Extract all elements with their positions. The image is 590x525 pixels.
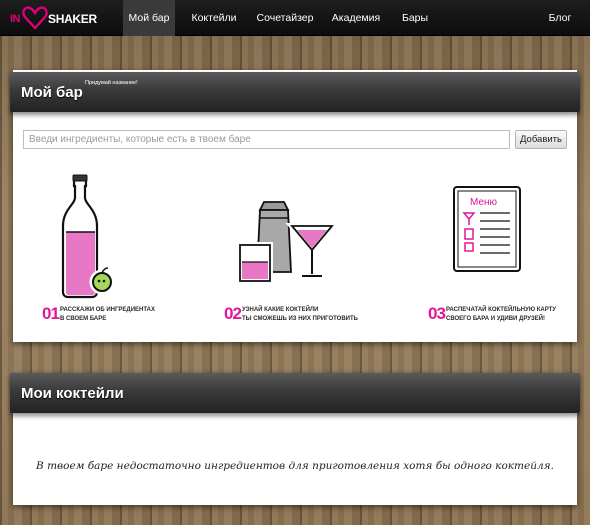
my-bar-header: Мой бар Придумай название! [10, 72, 580, 112]
nav-combiner[interactable]: Сочетайзер [255, 0, 315, 36]
nav-academy[interactable]: Академия [330, 0, 382, 36]
step-1-text: РАССКАЖИ ОБ ИНГРЕДИЕНТАХ В СВОЕМ БАРЕ [60, 306, 155, 324]
logo-in-text: IN [10, 13, 21, 25]
my-cocktails-title: Мои коктейли [21, 385, 124, 402]
nav-bars[interactable]: Бары [398, 0, 432, 36]
step-2-text: УЗНАЙ КАКИЕ КОКТЕЙЛИ ТЫ СМОЖЕШЬ ИЗ НИХ П… [242, 306, 358, 324]
page-title: Мой бар [21, 84, 83, 101]
nav-my-bar[interactable]: Мой бар [123, 0, 175, 36]
step-3-text: РАСПЕЧАТАЙ КОКТЕЙЛЬНУЮ КАРТУ СВОЕГО БАРА… [446, 306, 556, 324]
top-navbar: IN SHAKER Мой бар Коктейли Сочетайзер Ак… [0, 0, 590, 36]
step-3: 03 РАСПЕЧАТАЙ КОКТЕЙЛЬНУЮ КАРТУ СВОЕГО Б… [428, 304, 578, 328]
step-2-number: 02 [224, 304, 242, 323]
ingredient-search-input[interactable] [23, 130, 510, 149]
step-1: 01 РАССКАЖИ ОБ ИНГРЕДИЕНТАХ В СВОЕМ БАРЕ [42, 304, 182, 328]
logo-shaker-text: SHAKER [48, 12, 97, 26]
inshaker-logo[interactable]: IN SHAKER [10, 6, 106, 30]
step-3-line-2: СВОЕГО БАРА И УДИВИ ДРУЗЕЙ! [446, 316, 546, 322]
step-1-line-2: В СВОЕМ БАРЕ [60, 316, 107, 322]
step-2-line-1: УЗНАЙ КАКИЕ КОКТЕЙЛИ [242, 307, 319, 313]
nav-blog[interactable]: Блог [540, 0, 580, 36]
nav-cocktails[interactable]: Коктейли [188, 0, 240, 36]
empty-cocktails-message: В твоем баре недостаточно ингредиентов д… [36, 460, 554, 472]
rename-bar-link[interactable]: Придумай название! [85, 80, 138, 86]
add-ingredient-button[interactable]: Добавить [515, 130, 567, 149]
step-1-number: 01 [42, 304, 60, 323]
heart-logo-icon [22, 6, 48, 30]
shaker-glasses-illustration-icon [237, 197, 339, 284]
my-cocktails-panel: Мои коктейли [10, 373, 580, 505]
step-3-number: 03 [428, 304, 446, 323]
bottle-illustration-icon [60, 174, 115, 300]
step-2-line-2: ТЫ СМОЖЕШЬ ИЗ НИХ ПРИГОТОВИТЬ [242, 316, 358, 322]
my-cocktails-header: Мои коктейли [10, 373, 580, 413]
step-3-line-1: РАСПЕЧАТАЙ КОКТЕЙЛЬНУЮ КАРТУ [446, 307, 557, 313]
step-2: 02 УЗНАЙ КАКИЕ КОКТЕЙЛИ ТЫ СМОЖЕШЬ ИЗ НИ… [224, 304, 384, 328]
menu-card-title: Меню [470, 197, 498, 208]
step-1-line-1: РАССКАЖИ ОБ ИНГРЕДИЕНТАХ [60, 307, 155, 313]
